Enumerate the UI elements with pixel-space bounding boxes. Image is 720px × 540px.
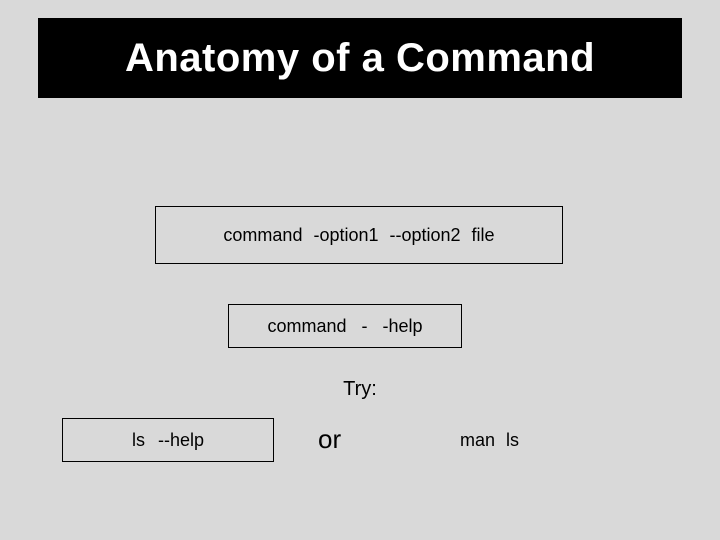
slide-title: Anatomy of a Command [125,36,595,81]
man-ls-label: man ls [460,430,519,451]
command-help-text: command - -help [267,316,422,337]
or-label: or [318,424,341,455]
command-syntax-text: command -option1 --option2 file [223,225,494,246]
ls-help-box: ls --help [62,418,274,462]
slide-title-bar: Anatomy of a Command [38,18,682,98]
try-label: Try: [0,378,720,401]
command-help-box: command - -help [228,304,462,348]
command-syntax-box: command -option1 --option2 file [155,206,563,264]
ls-help-text: ls --help [132,430,204,451]
